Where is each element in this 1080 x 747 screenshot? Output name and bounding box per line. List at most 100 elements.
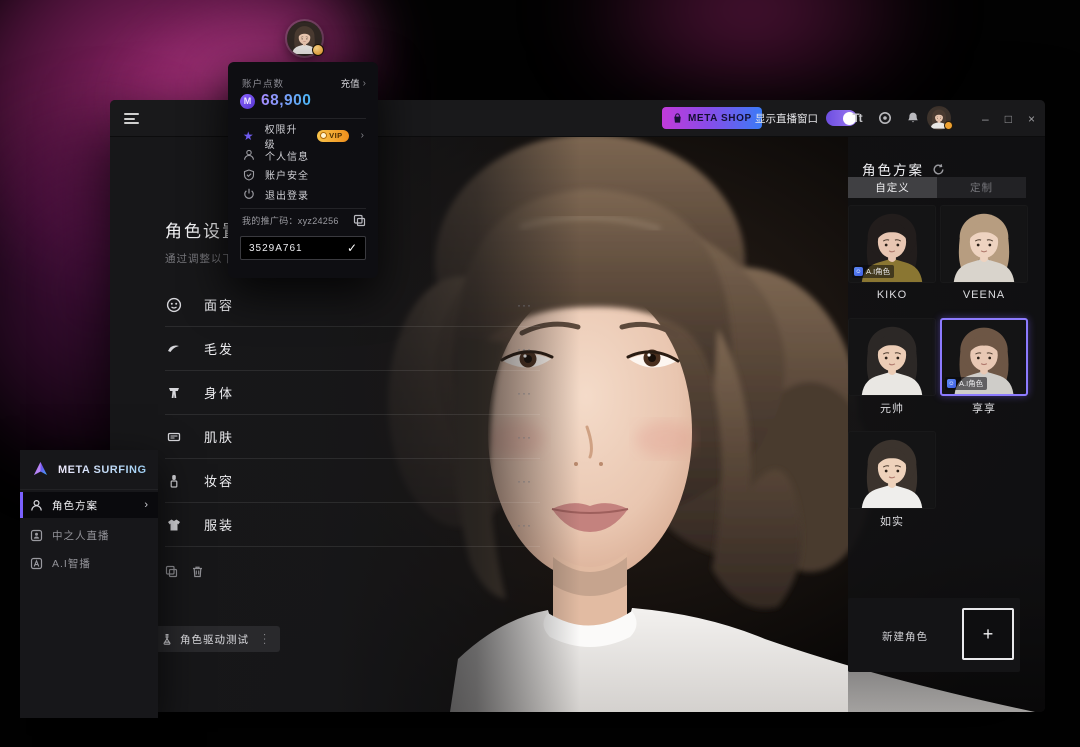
coin-icon: M <box>240 94 255 109</box>
tab-preset[interactable]: 定制 <box>937 177 1026 198</box>
character-plan-header: 角色方案 <box>862 159 945 179</box>
settings-item-label: 身体 <box>204 383 234 402</box>
more-icon[interactable]: ··· <box>517 342 532 356</box>
promo-code-input[interactable] <box>241 243 347 254</box>
character-cards: ☺ A.I角色 KIKO VEENA <box>848 205 1032 533</box>
chevron-right-icon: › <box>144 499 148 511</box>
more-icon[interactable]: ··· <box>517 298 532 312</box>
settings-item-face[interactable]: 面容 ··· <box>165 283 540 327</box>
divider <box>240 208 366 209</box>
divider <box>240 118 366 119</box>
sidebar-item-label: 中之人直播 <box>52 528 110 543</box>
menu-item-logout[interactable]: 退出登录 <box>228 185 378 205</box>
sidebar-item-ai-broadcast[interactable]: A.I智播 <box>20 550 158 576</box>
meta-shop-label: META SHOP <box>688 113 752 124</box>
new-character-label: 新建角色 <box>882 629 928 644</box>
character-plan-tabs: 自定义 定制 <box>848 177 1026 198</box>
points-value-row: M 68,900 <box>240 92 311 110</box>
sidebar-item-character-plan[interactable]: 角色方案 › <box>20 492 158 518</box>
settings-item-makeup[interactable]: 妆容 ··· <box>165 459 540 503</box>
power-icon <box>242 188 255 201</box>
menu-item-profile[interactable]: 个人信息 <box>228 146 378 166</box>
presenter-icon <box>30 529 43 542</box>
chevron-right-icon: › <box>361 130 364 141</box>
flask-icon <box>161 633 173 645</box>
settings-item-hair[interactable]: 毛发 ··· <box>165 327 540 371</box>
menu-item-upgrade[interactable]: ★ 权限升级 VIP › <box>228 126 378 146</box>
trash-icon[interactable] <box>191 565 204 578</box>
ai-badge-icon: ☺ <box>854 267 863 276</box>
tab-custom[interactable]: 自定义 <box>848 177 937 198</box>
hair-icon <box>165 340 182 357</box>
sidebar-item-label: 角色方案 <box>52 498 98 513</box>
settings-item-clothing[interactable]: 服装 ··· <box>165 503 540 547</box>
new-character-block: 新建角色 + <box>848 598 1020 672</box>
star-icon: ★ <box>242 129 255 142</box>
more-vertical-icon[interactable]: ··· <box>259 633 270 646</box>
ai-badge-icon: ☺ <box>947 379 956 388</box>
character-card-rushi[interactable]: 如实 <box>848 431 936 533</box>
more-icon[interactable]: ··· <box>517 474 532 488</box>
new-character-button[interactable]: + <box>962 608 1014 660</box>
copy-icon[interactable] <box>165 565 178 578</box>
menu-item-security[interactable]: 账户安全 <box>228 165 378 185</box>
more-icon[interactable]: ··· <box>517 518 532 532</box>
person-icon <box>242 149 255 162</box>
clothing-icon <box>165 516 182 533</box>
ai-role-badge: ☺ A.I角色 <box>852 265 894 278</box>
promo-code-label: 我的推广码：xyz24256 <box>242 214 339 227</box>
brand-name: META SURFING <box>58 464 147 476</box>
settings-item-body[interactable]: 身体 ··· <box>165 371 540 415</box>
character-name: KIKO <box>848 283 936 307</box>
promo-code-field: ✓ <box>240 236 366 260</box>
close-button[interactable]: × <box>1028 113 1035 125</box>
promo-code-row: 我的推广码：xyz24256 <box>242 214 366 227</box>
copy-icon[interactable] <box>353 214 366 227</box>
character-thumbnail <box>940 205 1028 283</box>
ai-role-badge: ☺ A.I角色 <box>945 377 987 390</box>
account-avatar-vip-badge <box>312 44 324 56</box>
text-size-icon[interactable]: Tt <box>848 109 866 127</box>
account-dropdown: 账户点数 充值 › M 68,900 ★ 权限升级 VIP › <box>228 62 378 278</box>
character-card-xiangxiang[interactable]: ☺ A.I角色 享享 <box>940 318 1028 420</box>
character-card-kiko[interactable]: ☺ A.I角色 KIKO <box>848 205 936 307</box>
settings-item-skin[interactable]: 肌肤 ··· <box>165 415 540 459</box>
menu-icon[interactable] <box>124 113 139 124</box>
screen: META SHOP 显示直播窗口 Tt – □ × <box>0 0 1080 747</box>
sidebar-item-label: A.I智播 <box>52 556 91 571</box>
chevron-right-icon: › <box>363 78 366 89</box>
maximize-button[interactable]: □ <box>1005 113 1012 125</box>
notification-bell-icon[interactable] <box>904 109 922 127</box>
minimize-button[interactable]: – <box>982 113 989 125</box>
recharge-button[interactable]: 充值 › <box>341 76 366 90</box>
settings-item-label: 服装 <box>204 515 234 534</box>
drive-test-label: 角色驱动测试 <box>180 632 249 647</box>
character-name: 享享 <box>940 396 1028 420</box>
character-card-veena[interactable]: VEENA <box>940 205 1028 307</box>
character-plan-title: 角色方案 <box>862 159 924 179</box>
refresh-icon[interactable] <box>932 163 945 176</box>
vip-badge: VIP <box>317 130 349 142</box>
sidebar-item-live-presenter[interactable]: 中之人直播 <box>20 522 158 548</box>
settings-item-label: 妆容 <box>204 471 234 490</box>
meta-shop-button[interactable]: META SHOP <box>662 107 762 129</box>
shield-icon <box>242 168 255 181</box>
more-icon[interactable]: ··· <box>517 386 532 400</box>
avatar-image <box>849 432 935 508</box>
character-plan-panel: 角色方案 自定义 定制 ☺ A.I角色 <box>848 137 1045 712</box>
avatar-image <box>941 206 1027 282</box>
character-thumbnail <box>848 431 936 509</box>
live-window-toggle-group: 显示直播窗口 <box>755 110 857 126</box>
avatar-vip-badge <box>944 121 953 130</box>
settings-icon[interactable] <box>876 109 894 127</box>
character-name: VEENA <box>940 283 1028 307</box>
more-icon[interactable]: ··· <box>517 430 532 444</box>
points-row: 账户点数 充值 › <box>242 76 366 90</box>
ai-icon <box>30 557 43 570</box>
character-drive-test-button[interactable]: 角色驱动测试 ··· <box>152 626 280 652</box>
body-icon <box>165 384 182 401</box>
character-thumbnail: ☺ A.I角色 <box>848 205 936 283</box>
window-controls: – □ × <box>982 100 1035 137</box>
character-card-yuanshuai[interactable]: 元帅 <box>848 318 936 420</box>
settings-list: 面容 ··· 毛发 ··· 身体 <box>165 283 540 547</box>
